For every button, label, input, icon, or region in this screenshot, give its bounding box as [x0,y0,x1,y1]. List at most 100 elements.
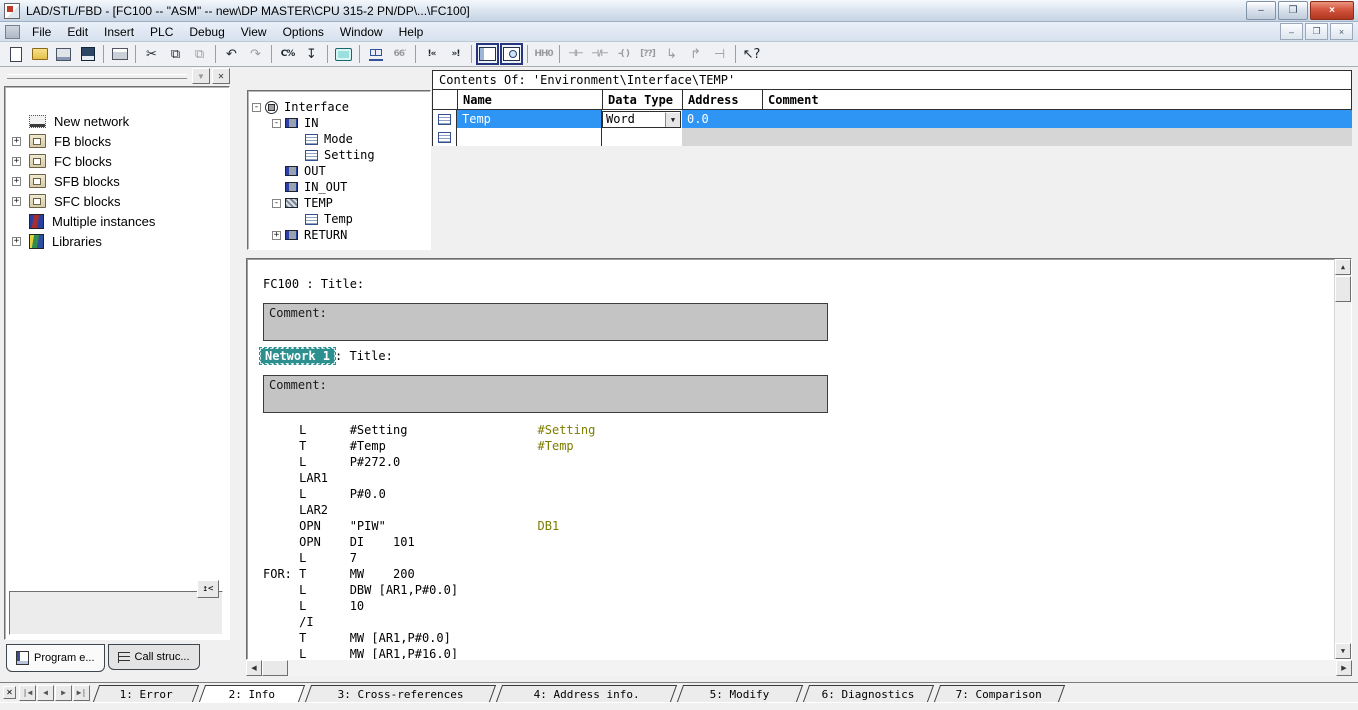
restore-button[interactable]: ❐ [1278,1,1308,20]
table-row[interactable] [432,128,1352,146]
column-comment[interactable]: Comment [763,90,1351,109]
tab-call-struc[interactable]: Call struc... [108,644,200,670]
name-cell[interactable] [457,128,602,146]
menu-file[interactable]: File [24,23,59,41]
column-address[interactable]: Address [683,90,763,109]
data-type-cell[interactable] [602,128,682,146]
mdi-child-icon[interactable] [5,25,20,39]
cut-button[interactable]: ✂ [140,43,163,65]
open-button[interactable] [28,43,51,65]
code-line[interactable]: L DBW [AR1,P#0.0] [263,582,595,598]
data-type-cell[interactable]: Word▼ [602,110,682,128]
copy-button[interactable]: ⧉ [164,43,187,65]
code-line[interactable]: T #Temp#Temp [263,438,595,454]
help-button[interactable]: ↖? [740,43,763,65]
code-line[interactable]: L 7 [263,550,595,566]
interface-item-temp[interactable]: +Temp [248,211,430,227]
output-tab-5-modify[interactable]: 5: Modify [677,685,803,702]
print-button[interactable] [108,43,131,65]
output-tab-6-diagnostics[interactable]: 6: Diagnostics [803,685,934,702]
prev-error-button[interactable]: !« [420,43,443,65]
expander-icon[interactable]: + [12,177,21,186]
address-id-button[interactable]: C% [276,43,299,65]
menu-insert[interactable]: Insert [96,23,142,41]
next-error-button[interactable]: »! [444,43,467,65]
output-tab-7-comparison[interactable]: 7: Comparison [934,685,1065,702]
first-tab-button[interactable]: |◀ [19,685,36,701]
code-line[interactable]: L MW [AR1,P#16.0] [263,646,595,660]
tree-item-multiple-instances[interactable]: +Multiple instances [7,211,227,231]
mdi-minimize-button[interactable]: – [1280,23,1303,40]
output-tab-3-cross-references[interactable]: 3: Cross-references [305,685,496,702]
network-conn-button[interactable] [364,43,387,65]
tree-item-new-network[interactable]: +New network [7,111,227,131]
stl-code[interactable]: L #Setting#Setting T #Temp#Temp L P#272.… [263,422,595,660]
previous-tab-button[interactable]: ◀ [37,685,54,701]
horizontal-scroll-thumb[interactable] [262,660,288,676]
interface-item-setting[interactable]: +Setting [248,147,430,163]
menu-edit[interactable]: Edit [59,23,96,41]
expander-icon[interactable]: + [12,197,21,206]
output-tab-4-address-info[interactable]: 4: Address info. [496,685,677,702]
expander-icon[interactable]: + [12,157,21,166]
tree-item-sfc-blocks[interactable]: +SFC blocks [7,191,227,211]
code-line[interactable]: OPN "PIW"DB1 [263,518,595,534]
scroll-down-icon[interactable]: ▼ [1335,643,1351,659]
output-tab-1-error[interactable]: 1: Error [93,685,199,702]
network-comment-box[interactable]: Comment: [263,375,828,413]
panel-grip[interactable] [7,74,187,79]
comment-cell[interactable] [762,128,1352,146]
scroll-right-icon[interactable]: ▶ [1336,660,1352,676]
tree-item-sfb-blocks[interactable]: +SFB blocks [7,171,227,191]
symbol-display-button[interactable] [332,43,355,65]
save-button[interactable] [76,43,99,65]
overview-toggle-button[interactable] [476,43,499,65]
next-tab-button[interactable]: ▶ [55,685,72,701]
code-line[interactable]: L P#0.0 [263,486,595,502]
detail-toggle-button[interactable] [500,43,523,65]
scroll-left-icon[interactable]: ◀ [246,660,262,676]
download-button[interactable]: ↧ [300,43,323,65]
horizontal-scrollbar[interactable]: ◀ ▶ [246,660,1352,676]
close-button[interactable]: × [1310,1,1354,20]
output-close-button[interactable]: ✕ [3,686,16,699]
menu-help[interactable]: Help [391,23,432,41]
interface-item-temp[interactable]: -TEMP [248,195,430,211]
expander-icon[interactable]: - [252,103,261,112]
panel-close-button[interactable]: ✕ [212,68,230,84]
interface-item-mode[interactable]: +Mode [248,131,430,147]
code-line[interactable]: FOR: T MW 200 [263,566,595,582]
comment-cell[interactable] [762,110,1352,128]
code-line[interactable]: OPN DI 101 [263,534,595,550]
interface-item-return[interactable]: +RETURN [248,227,430,243]
code-line[interactable]: L 10 [263,598,595,614]
address-cell[interactable] [682,128,762,146]
code-line[interactable]: LAR2 [263,502,595,518]
tab-program-e[interactable]: Program e... [6,644,105,672]
expander-icon[interactable]: + [272,231,281,240]
mdi-close-button[interactable]: × [1330,23,1353,40]
undo-button[interactable]: ↶ [220,43,243,65]
expander-icon[interactable]: + [12,237,21,246]
tree-item-libraries[interactable]: +Libraries [7,231,227,251]
address-cell[interactable]: 0.0 [682,110,762,128]
menu-debug[interactable]: Debug [181,23,232,41]
dock-arrow-button[interactable]: ↥< [197,580,219,598]
panel-dropdown-button[interactable]: ▼ [192,68,210,84]
vertical-scroll-thumb[interactable] [1335,276,1351,302]
code-editor[interactable]: FC100 : Title: Comment: Network 1: Title… [246,258,1352,660]
menu-view[interactable]: View [233,23,275,41]
block-comment-box[interactable]: Comment: [263,303,828,341]
vertical-scrollbar[interactable]: ▲ ▼ [1334,259,1351,659]
tree-item-fc-blocks[interactable]: +FC blocks [7,151,227,171]
column-name[interactable]: Name [458,90,603,109]
scroll-up-icon[interactable]: ▲ [1335,259,1351,275]
chevron-down-icon[interactable]: ▼ [665,112,680,127]
interface-item-interface[interactable]: -Interface [248,99,430,115]
network-label[interactable]: Network 1 [260,348,335,364]
horizontal-scroll-track[interactable] [288,660,1336,676]
last-tab-button[interactable]: ▶| [73,685,90,701]
new-button[interactable] [4,43,27,65]
code-line[interactable]: L #Setting#Setting [263,422,595,438]
data-type-dropdown[interactable]: Word▼ [602,111,681,128]
